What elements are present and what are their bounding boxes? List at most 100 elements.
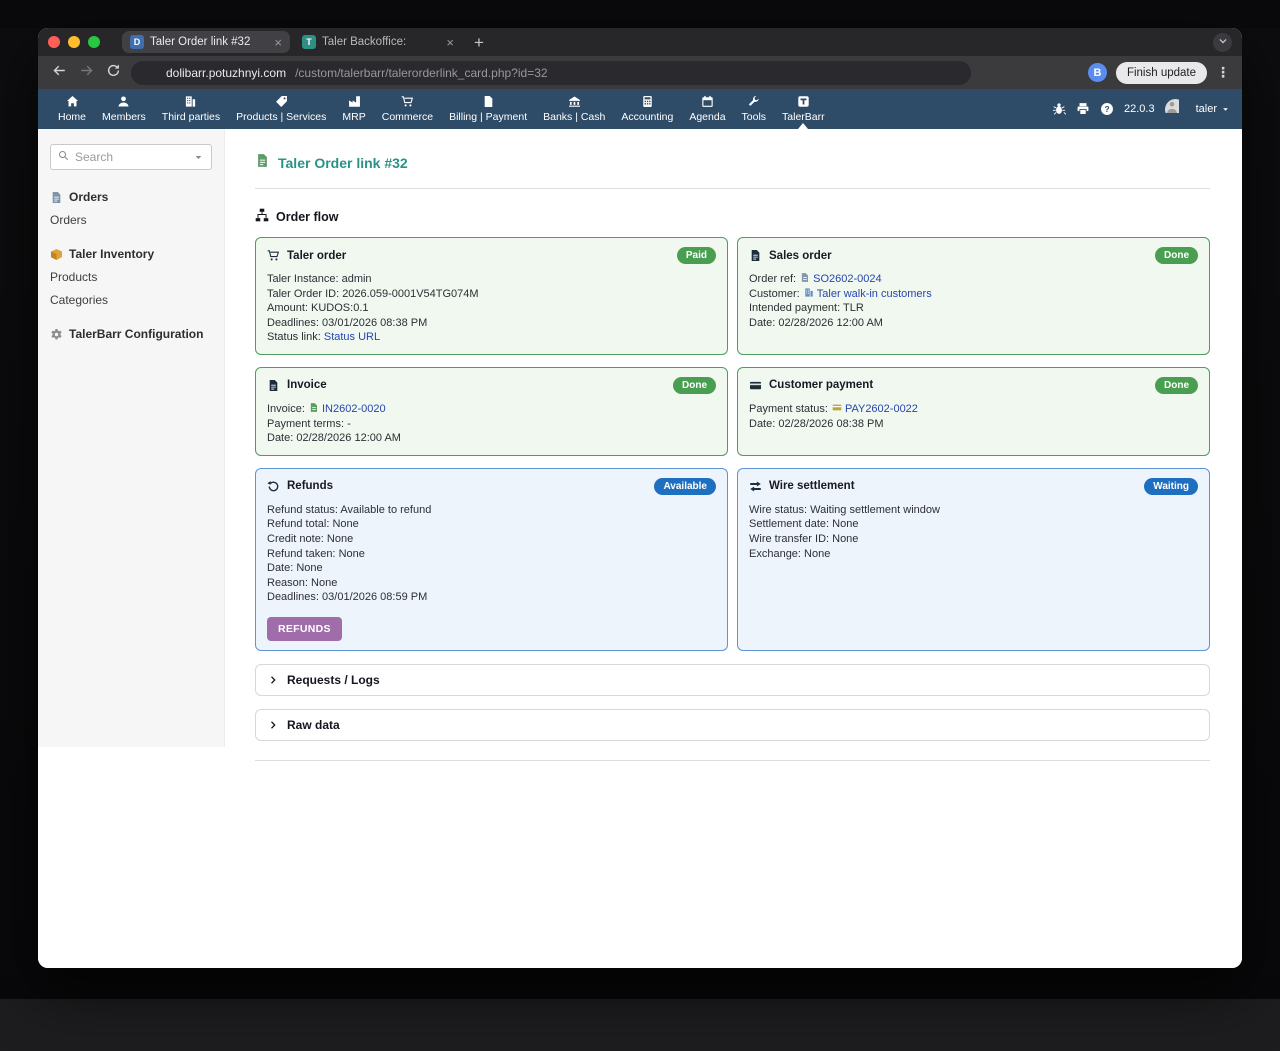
- field-value: None: [832, 533, 858, 545]
- sidebar-section-title-talerbarr-configuration[interactable]: TalerBarr Configuration: [50, 327, 212, 341]
- status-badge: Available: [654, 478, 716, 495]
- card-title: Customer payment: [769, 379, 873, 391]
- card-header: Wire settlementWaiting: [749, 478, 1198, 495]
- top-menu-item-third-parties[interactable]: Third parties: [154, 89, 228, 129]
- home-icon: [66, 95, 79, 108]
- commerce-icon: [401, 95, 414, 108]
- browser-tab[interactable]: TTaler Backoffice:×: [294, 31, 462, 53]
- minimize-window-button[interactable]: [68, 36, 80, 48]
- top-menu-item-accounting[interactable]: Accounting: [613, 89, 681, 129]
- top-menu-label: Members: [102, 111, 146, 123]
- sidebar-item-categories[interactable]: Categories: [50, 293, 212, 307]
- tab-close-icon[interactable]: ×: [274, 35, 282, 50]
- tab-close-icon[interactable]: ×: [446, 35, 454, 50]
- card-field: Status link: Status URL: [267, 330, 716, 345]
- card-title: Taler order: [287, 250, 346, 262]
- site-info-icon[interactable]: [143, 66, 157, 80]
- field-value: None: [804, 548, 830, 560]
- card-field: Refund taken: None: [267, 547, 716, 562]
- field-label: Date:: [749, 317, 778, 329]
- forward-arrow-icon: [79, 63, 94, 83]
- url-path: /custom/talerbarr/talerorderlink_card.ph…: [295, 66, 547, 80]
- browser-menu-icon[interactable]: ⋮: [1216, 64, 1230, 81]
- field-value: Waiting settlement window: [810, 504, 940, 516]
- field-link[interactable]: PAY2602-0022: [845, 403, 918, 415]
- card-field: Payment terms: -: [267, 417, 716, 432]
- forward-button[interactable]: [77, 64, 95, 82]
- cookies-blocked-icon[interactable]: [980, 64, 998, 82]
- mrp-icon: [348, 95, 361, 108]
- top-menu-item-billing-payment[interactable]: Billing | Payment: [441, 89, 535, 129]
- collapsible-panel-raw-data[interactable]: Raw data: [255, 709, 1210, 741]
- field-label: Order ref:: [749, 273, 799, 285]
- status-badge: Paid: [677, 247, 716, 264]
- sidebar-section-title-orders[interactable]: Orders: [50, 190, 212, 204]
- back-button[interactable]: [50, 64, 68, 82]
- top-menu-item-banks-cash[interactable]: Banks | Cash: [535, 89, 613, 129]
- field-link[interactable]: Taler walk-in customers: [817, 288, 932, 300]
- top-menu-item-members[interactable]: Members: [94, 89, 154, 129]
- search-caret-icon[interactable]: [193, 152, 204, 163]
- top-menu-label: TalerBarr: [782, 111, 825, 123]
- sidebar-item-orders[interactable]: Orders: [50, 213, 212, 227]
- user-menu[interactable]: taler: [1196, 103, 1230, 115]
- sales-order-doc-icon: [800, 272, 810, 283]
- top-menu-item-tools[interactable]: Tools: [734, 89, 775, 129]
- print-icon[interactable]: [1076, 102, 1090, 116]
- top-menu-label: MRP: [342, 111, 365, 123]
- new-tab-button[interactable]: +: [474, 34, 484, 51]
- refunds-button[interactable]: REFUNDS: [267, 617, 342, 641]
- title-divider: [255, 188, 1210, 189]
- tab-search-button[interactable]: [1213, 33, 1232, 52]
- card-title: Refunds: [287, 480, 333, 492]
- collapsible-panel-requests-logs[interactable]: Requests / Logs: [255, 664, 1210, 696]
- sidebar-section-title-taler-inventory[interactable]: Taler Inventory: [50, 247, 212, 261]
- top-menu-item-mrp[interactable]: MRP: [334, 89, 373, 129]
- install-icon[interactable]: [1007, 64, 1025, 82]
- field-label: Exchange:: [749, 548, 804, 560]
- wire-icon: [749, 480, 762, 493]
- card-field: Payment status: PAY2602-0022: [749, 402, 1198, 417]
- field-value: None: [311, 577, 337, 589]
- field-label: Payment status:: [749, 403, 831, 415]
- bug-report-icon[interactable]: [1052, 102, 1066, 116]
- address-bar[interactable]: dolibarr.potuzhnyi.com/custom/talerbarr/…: [131, 61, 971, 85]
- card-field: Credit note: None: [267, 532, 716, 547]
- billing-icon: [482, 95, 495, 108]
- tab-title: Taler Backoffice:: [322, 36, 440, 48]
- close-window-button[interactable]: [48, 36, 60, 48]
- field-label: Date:: [267, 432, 296, 444]
- user-avatar[interactable]: [1165, 99, 1186, 120]
- card-field: Date: None: [267, 561, 716, 576]
- profile-avatar[interactable]: B: [1088, 63, 1107, 82]
- field-label: Amount:: [267, 302, 311, 314]
- extensions-icon[interactable]: [1061, 64, 1079, 82]
- status-badge: Done: [673, 377, 716, 394]
- reload-icon: [106, 63, 121, 83]
- finish-update-button[interactable]: Finish update: [1116, 62, 1207, 84]
- reload-button[interactable]: [104, 64, 122, 82]
- field-value: 02/28/2026 12:00 AM: [778, 317, 883, 329]
- bookmark-star-icon[interactable]: [1034, 64, 1052, 82]
- field-link[interactable]: IN2602-0020: [322, 403, 386, 415]
- gear-icon: [50, 328, 63, 341]
- field-link[interactable]: SO2602-0024: [813, 273, 882, 285]
- sidebar-item-products[interactable]: Products: [50, 270, 212, 284]
- browser-tab[interactable]: DTaler Order link #32×: [122, 31, 290, 53]
- search-input[interactable]: [75, 150, 187, 164]
- top-menu-item-agenda[interactable]: Agenda: [681, 89, 733, 129]
- top-menu-item-home[interactable]: Home: [50, 89, 94, 129]
- top-menu-item-commerce[interactable]: Commerce: [374, 89, 441, 129]
- top-menu-item-products-services[interactable]: Products | Services: [228, 89, 334, 129]
- avatar-icon: [1165, 99, 1186, 113]
- talerbarr-icon: [797, 95, 810, 108]
- help-icon[interactable]: ?: [1100, 102, 1114, 116]
- zoom-window-button[interactable]: [88, 36, 100, 48]
- sidebar-section-label: Orders: [69, 190, 108, 204]
- card-header: Refunds Available: [267, 478, 716, 495]
- top-menu-item-talerbarr[interactable]: TalerBarr: [774, 89, 833, 129]
- search-box[interactable]: [50, 144, 212, 170]
- field-link[interactable]: Status URL: [324, 331, 380, 343]
- top-menu-label: Third parties: [162, 111, 220, 123]
- field-label: Customer:: [749, 288, 803, 300]
